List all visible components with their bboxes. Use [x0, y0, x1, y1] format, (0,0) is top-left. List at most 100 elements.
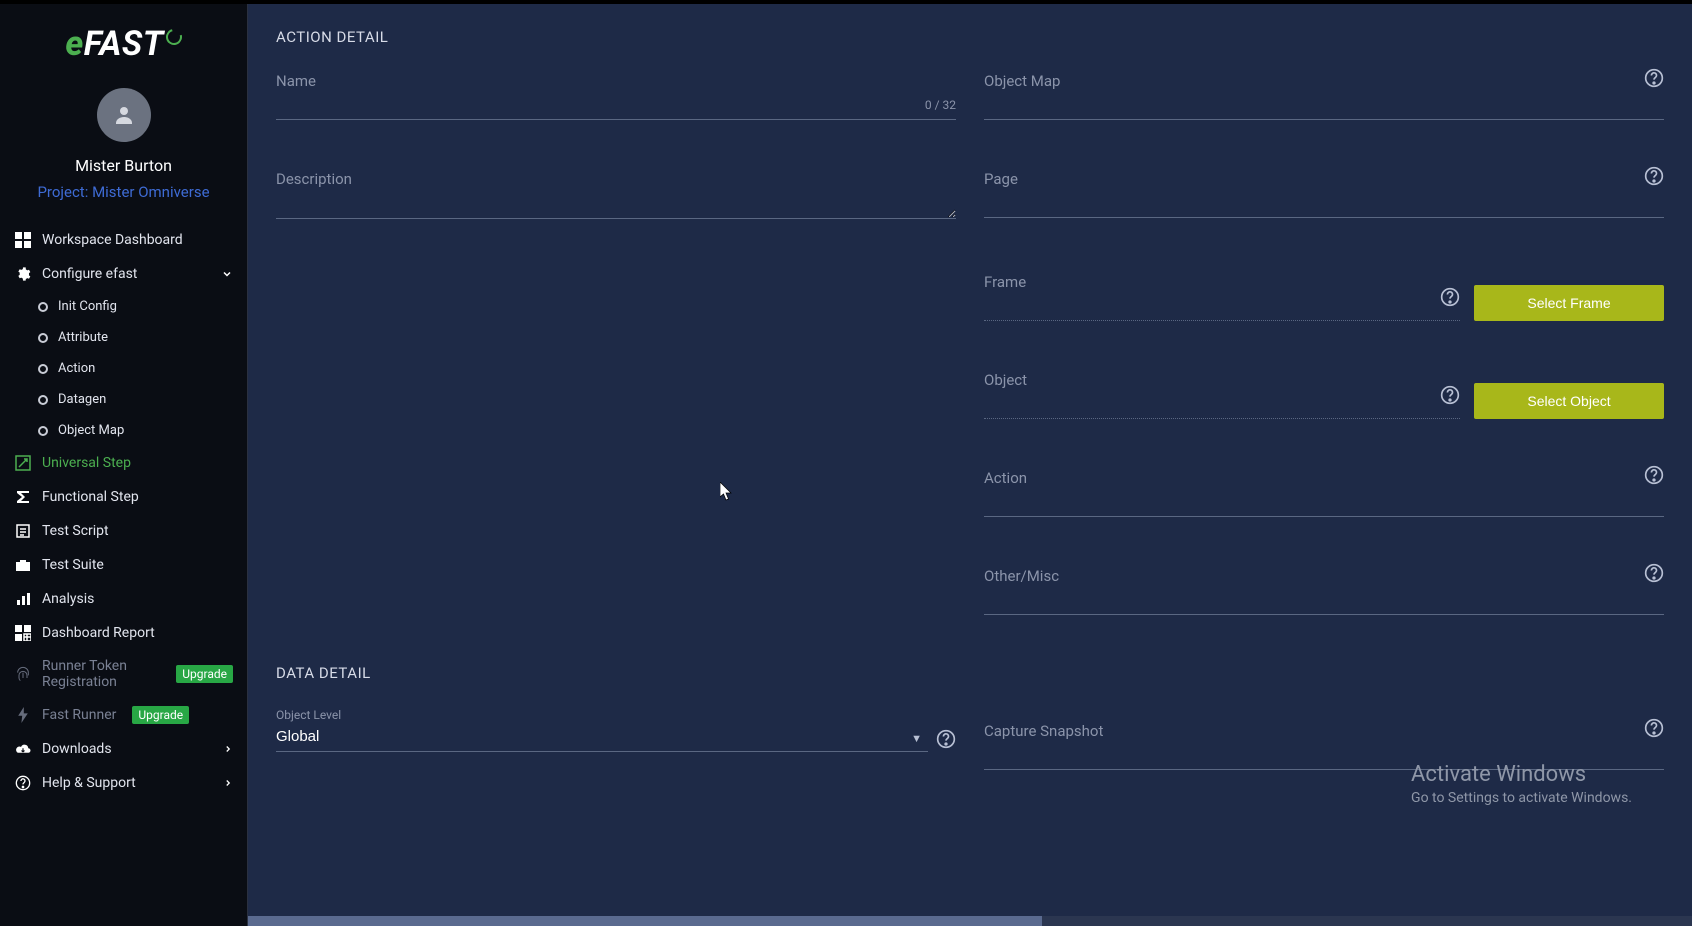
other-input[interactable]	[984, 589, 1664, 615]
bullet-icon	[38, 395, 48, 405]
chevron-right-icon	[223, 744, 233, 754]
section-header-action: ACTION DETAIL	[276, 28, 1664, 46]
sidebar-item-label: Action	[58, 361, 95, 376]
dashboard-icon	[14, 231, 32, 249]
name-label: Name	[276, 72, 956, 90]
sidebar-item-analysis[interactable]: Analysis	[0, 582, 247, 616]
sidebar-item-test-script[interactable]: Test Script	[0, 514, 247, 548]
sidebar-item-label: Fast Runner	[42, 707, 116, 723]
bullet-icon	[38, 364, 48, 374]
description-input[interactable]	[276, 192, 956, 219]
sidebar-item-label: Test Script	[42, 523, 109, 539]
sidebar-item-test-suite[interactable]: Test Suite	[0, 548, 247, 582]
action-label: Action	[984, 469, 1664, 487]
bullet-icon	[38, 333, 48, 343]
help-icon[interactable]	[1440, 385, 1460, 405]
field-description: Description	[276, 170, 956, 223]
avatar[interactable]	[97, 88, 151, 142]
field-name: Name 0 / 32	[276, 72, 956, 120]
main-content: ACTION DETAIL Name 0 / 32 Object Map	[248, 4, 1692, 926]
sidebar-item-label: Workspace Dashboard	[42, 232, 183, 248]
field-other: Other/Misc	[984, 567, 1664, 615]
sidebar-item-datagen[interactable]: Datagen	[0, 384, 247, 415]
sidebar-item-attribute[interactable]: Attribute	[0, 322, 247, 353]
help-icon[interactable]	[1440, 287, 1460, 307]
sidebar-item-fast-runner[interactable]: Fast Runner Upgrade	[0, 698, 247, 732]
sidebar-item-runner-token[interactable]: Runner Token Registration Upgrade	[0, 650, 247, 698]
object-input[interactable]	[984, 393, 1460, 419]
briefcase-icon	[14, 556, 32, 574]
field-action: Action	[984, 469, 1664, 517]
name-input[interactable]	[276, 94, 956, 120]
help-icon[interactable]	[1644, 563, 1664, 583]
frame-input[interactable]	[984, 295, 1460, 321]
field-object: Object	[984, 371, 1460, 419]
object-map-label: Object Map	[984, 72, 1664, 90]
sidebar-item-downloads[interactable]: Downloads	[0, 732, 247, 766]
object-level-label: Object Level	[276, 708, 956, 722]
gear-icon	[14, 265, 32, 283]
help-icon[interactable]	[1644, 718, 1664, 738]
field-object-level: Object Level ▼	[276, 708, 956, 752]
field-capture-snapshot: Capture Snapshot	[984, 722, 1664, 770]
object-map-input[interactable]	[984, 94, 1664, 120]
chevron-right-icon	[223, 778, 233, 788]
sidebar-item-dashboard-report[interactable]: Dashboard Report	[0, 616, 247, 650]
sidebar-item-label: Attribute	[58, 330, 108, 345]
sidebar-item-universal-step[interactable]: Universal Step	[0, 446, 247, 480]
sidebar-item-object-map[interactable]: Object Map	[0, 415, 247, 446]
user-block: Mister Burton Project: Mister Omniverse	[0, 82, 247, 217]
chart-icon	[14, 590, 32, 608]
capture-snapshot-input[interactable]	[984, 744, 1664, 770]
user-name: Mister Burton	[75, 156, 172, 175]
step-icon	[14, 454, 32, 472]
sidebar-item-help[interactable]: Help & Support	[0, 766, 247, 800]
object-label: Object	[984, 371, 1460, 389]
select-object-button[interactable]: Select Object	[1474, 383, 1664, 419]
nav: Workspace Dashboard Configure efast Init…	[0, 217, 247, 926]
watermark-line2: Go to Settings to activate Windows.	[1411, 790, 1632, 806]
bullet-icon	[38, 426, 48, 436]
project-label[interactable]: Project: Mister Omniverse	[37, 183, 209, 201]
object-level-select[interactable]	[276, 726, 928, 752]
select-frame-button[interactable]: Select Frame	[1474, 285, 1664, 321]
page-input[interactable]	[984, 192, 1664, 218]
action-input[interactable]	[984, 491, 1664, 517]
bullet-icon	[38, 302, 48, 312]
sidebar-item-label: Help & Support	[42, 775, 136, 791]
sidebar-item-label: Object Map	[58, 423, 124, 438]
help-icon[interactable]	[1644, 166, 1664, 186]
section-header-data: DATA DETAIL	[276, 664, 1664, 682]
report-icon	[14, 624, 32, 642]
script-icon	[14, 522, 32, 540]
sidebar-item-workspace-dashboard[interactable]: Workspace Dashboard	[0, 223, 247, 257]
cloud-download-icon	[14, 740, 32, 758]
sidebar-item-init-config[interactable]: Init Config	[0, 291, 247, 322]
other-label: Other/Misc	[984, 567, 1664, 585]
help-icon	[14, 774, 32, 792]
sidebar-item-action[interactable]: Action	[0, 353, 247, 384]
chevron-down-icon	[221, 268, 233, 280]
sidebar-item-functional-step[interactable]: Functional Step	[0, 480, 247, 514]
bolt-icon	[14, 706, 32, 724]
brand-logo: eFAST	[0, 16, 247, 82]
field-page: Page	[984, 170, 1664, 218]
sidebar-item-label: Init Config	[58, 299, 117, 314]
sidebar-item-configure[interactable]: Configure efast	[0, 257, 247, 291]
help-icon[interactable]	[936, 729, 956, 749]
sidebar-item-label: Functional Step	[42, 489, 139, 505]
field-frame: Frame	[984, 273, 1460, 321]
sidebar-item-label: Configure efast	[42, 266, 137, 282]
sidebar-item-label: Downloads	[42, 741, 112, 757]
frame-label: Frame	[984, 273, 1460, 291]
page-label: Page	[984, 170, 1664, 188]
person-icon	[112, 103, 136, 127]
capture-snapshot-label: Capture Snapshot	[984, 722, 1664, 740]
sigma-icon	[14, 488, 32, 506]
field-object-map: Object Map	[984, 72, 1664, 120]
help-icon[interactable]	[1644, 68, 1664, 88]
horizontal-scrollbar[interactable]	[248, 916, 1692, 926]
upgrade-badge[interactable]: Upgrade	[176, 665, 233, 683]
upgrade-badge[interactable]: Upgrade	[132, 706, 189, 724]
help-icon[interactable]	[1644, 465, 1664, 485]
